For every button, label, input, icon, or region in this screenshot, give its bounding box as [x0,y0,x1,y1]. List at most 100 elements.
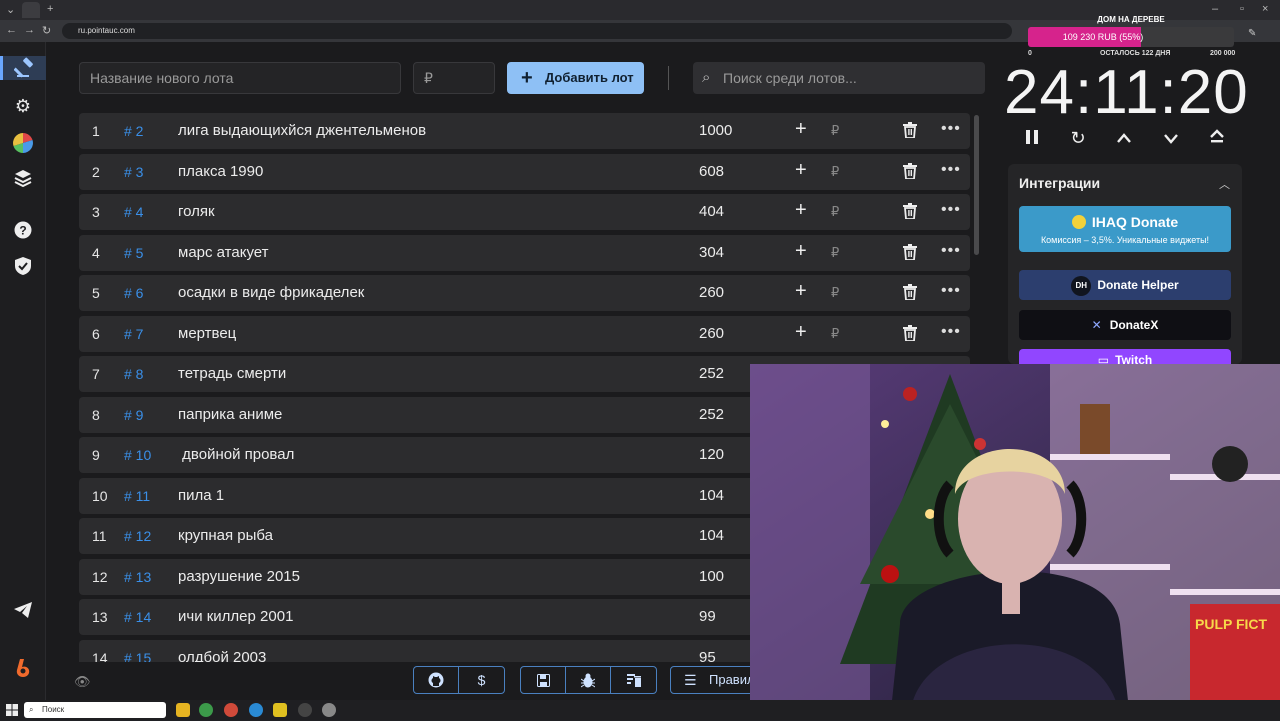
shield-icon[interactable] [11,254,35,278]
new-lot-amount-input[interactable]: ₽ [413,62,495,94]
delete-icon[interactable] [903,243,917,261]
new-lot-name-input[interactable]: Название нового лота [79,62,401,94]
delete-icon[interactable] [903,324,917,342]
goal-title: ДОМ НА ДЕРЕВЕ [1097,15,1165,24]
donate-dollar-icon[interactable]: $ [459,667,504,693]
close-window-button[interactable]: × [1262,3,1268,15]
add-amount-icon[interactable]: + [795,199,807,222]
currency-icon[interactable]: ₽ [831,164,839,180]
lot-name[interactable]: тетрадь смерти [178,365,286,382]
add-lot-button[interactable]: + Добавить лот [507,62,644,94]
more-options-icon[interactable]: ••• [941,161,961,179]
timer-increase-icon[interactable] [1110,128,1138,154]
lot-row: 1 # 2 лига выдающихйся джентельменов 1000 + ₽… [79,113,970,149]
lot-name[interactable]: осадки в виде фрикаделек [178,284,364,301]
donate-helper-logo-icon: DH [1071,275,1092,296]
currency-icon[interactable]: ₽ [831,204,839,220]
clear-list-icon[interactable] [611,667,656,693]
twitch-button[interactable]: ▭ Twitch [1019,349,1231,364]
windows-start-icon[interactable] [6,703,18,716]
integrations-title: Интеграции [1019,175,1101,191]
lot-index: 3 [92,204,100,220]
lot-search-input[interactable]: ⌕ Поиск среди лотов... [693,62,985,94]
delete-icon[interactable] [903,162,917,180]
add-amount-icon[interactable]: + [795,280,807,303]
lot-name[interactable]: разрушение 2015 [178,568,300,585]
lot-name[interactable]: паприка аниме [178,406,282,423]
url-field[interactable]: ru.pointauc.com [62,23,1012,39]
bug-icon[interactable] [566,667,611,693]
donatex-button[interactable]: ✕ DonateX [1019,310,1231,340]
settings-gear-icon[interactable]: ⚙ [11,94,35,118]
lot-name[interactable]: плакса 1990 [178,163,263,180]
reset-timer-icon[interactable]: ↻ [1064,128,1092,154]
timer-double-increase-icon[interactable] [1203,128,1231,154]
new-tab-button[interactable]: + [47,3,53,15]
lot-row: 2 # 3 плакса 1990 608 + ₽ ••• [79,153,970,190]
currency-icon[interactable]: ₽ [831,285,839,301]
app-icon-grey[interactable] [322,703,336,717]
save-icon[interactable] [521,667,566,693]
obs-icon[interactable] [298,703,312,717]
sidebar: ⚙ ? [0,42,46,700]
lot-name[interactable]: марс атакует [178,244,269,261]
add-amount-icon[interactable]: + [795,321,807,344]
browser-icon[interactable] [224,703,238,717]
currency-icon[interactable]: ₽ [831,245,839,261]
timer-decrease-icon[interactable] [1157,128,1185,154]
telegram-icon[interactable] [11,598,35,622]
app-icon-yellow[interactable] [273,703,287,717]
lot-amount: 1000 [699,122,733,139]
delete-icon[interactable] [903,203,917,220]
lot-name[interactable]: двойной провал [178,446,294,463]
lot-name[interactable]: голяк [178,203,215,220]
lot-name[interactable]: мертвец [178,325,236,342]
lot-name[interactable]: ичи киллер 2001 [178,608,293,625]
currency-icon[interactable]: ₽ [831,326,839,342]
pause-icon[interactable] [1018,128,1046,154]
currency-icon[interactable]: ₽ [831,123,839,139]
taskbar-search[interactable]: ⌕ Поиск [24,702,166,718]
more-options-icon[interactable]: ••• [941,323,961,341]
tab-menu-icon[interactable]: ⌄ [6,3,15,16]
back-icon[interactable]: ← [6,24,17,36]
extension-icon[interactable]: ✎ [1248,28,1256,39]
more-options-icon[interactable]: ••• [941,242,961,260]
boosty-icon[interactable] [11,656,35,680]
lot-list-scrollbar[interactable] [974,115,979,255]
add-amount-icon[interactable]: + [795,159,807,182]
lot-id: # 5 [124,244,144,261]
minimize-button[interactable]: – [1212,3,1218,15]
goal-remaining: ОСТАЛОСЬ 122 ДНЯ [1100,50,1171,57]
maximize-button[interactable]: ▫ [1240,3,1244,15]
reload-icon[interactable]: ↻ [42,24,51,37]
more-options-icon[interactable]: ••• [941,201,961,219]
lot-amount: 120 [699,446,725,463]
add-amount-icon[interactable]: + [795,240,807,263]
list-icon: ☰ [684,672,697,688]
layers-icon[interactable] [11,166,35,190]
github-icon[interactable] [414,667,459,693]
forward-icon[interactable]: → [24,24,35,36]
lot-name[interactable]: пила 1 [178,487,224,504]
more-options-icon[interactable]: ••• [941,282,961,300]
help-icon[interactable]: ? [11,218,35,242]
chrome-icon[interactable] [199,703,213,717]
wheel-pie-icon[interactable] [11,131,35,155]
browser-tab[interactable] [22,2,40,18]
delete-icon[interactable] [903,122,917,139]
lot-index: 13 [92,609,108,625]
delete-icon[interactable] [903,284,917,301]
lot-name[interactable]: крупная рыба [178,527,273,544]
lot-name[interactable]: лига выдающихйся джентельменов [178,122,426,139]
eye-icon[interactable]: 👁 [74,674,91,690]
goal-max: 200 000 [1210,50,1236,57]
file-explorer-icon[interactable] [176,703,190,717]
more-options-icon[interactable]: ••• [941,120,961,138]
auction-gavel-icon[interactable] [0,56,46,80]
app-icon-blue[interactable] [249,703,263,717]
add-amount-icon[interactable]: + [795,118,807,141]
donate-helper-button[interactable]: DH Donate Helper [1019,270,1231,300]
chevron-up-icon[interactable]: ︿ [1219,176,1230,192]
ihaq-donate-button[interactable]: IHAQ Donate Комиссия – 3,5%. Уникальные … [1019,206,1231,252]
